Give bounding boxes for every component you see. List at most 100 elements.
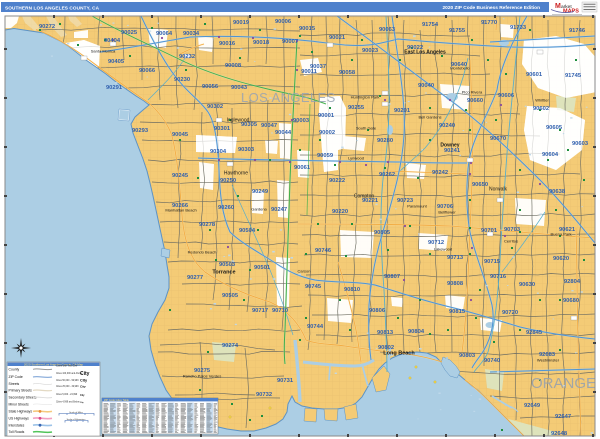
svg-text:Interstates: Interstates — [9, 423, 25, 427]
svg-text:East Los Angeles: East Los Angeles — [404, 50, 446, 56]
svg-text:90280: 90280 — [377, 138, 393, 144]
svg-text:90650: 90650 — [472, 182, 488, 188]
svg-text:90003: 90003 — [293, 118, 310, 124]
svg-text:County: County — [9, 368, 20, 372]
svg-text:90601: 90601 — [526, 72, 543, 78]
svg-text:90720: 90720 — [502, 310, 518, 316]
svg-text:90043: 90043 — [231, 85, 248, 91]
svg-text:90045: 90045 — [172, 132, 189, 138]
svg-text:LOS ANGELES: LOS ANGELES — [241, 90, 336, 105]
svg-text:Cerritos: Cerritos — [504, 239, 518, 244]
svg-text:90240: 90240 — [439, 123, 455, 129]
svg-text:Montebello: Montebello — [450, 66, 470, 71]
svg-text:90016: 90016 — [219, 41, 236, 47]
svg-text:90731: 90731 — [277, 378, 294, 384]
svg-text:90680: 90680 — [563, 298, 579, 304]
svg-text:Westminster: Westminster — [537, 358, 560, 363]
svg-text:State Highways: State Highways — [9, 410, 33, 414]
svg-text:City: City — [80, 378, 88, 382]
svg-text:Whittier: Whittier — [535, 98, 549, 103]
svg-text:90242: 90242 — [432, 170, 448, 176]
svg-text:Secondary Streets: Secondary Streets — [9, 396, 37, 400]
svg-text:90301: 90301 — [214, 126, 231, 132]
svg-text:90245: 90245 — [172, 173, 189, 179]
svg-text:Hawthorne: Hawthorne — [224, 171, 248, 177]
svg-text:90023: 90023 — [362, 48, 379, 54]
svg-text:90278: 90278 — [199, 222, 216, 228]
svg-text:Carson: Carson — [298, 269, 311, 274]
svg-text:MAPS: MAPS — [563, 9, 579, 15]
svg-text:Toll Roads: Toll Roads — [9, 430, 25, 434]
svg-text:Rancho Palos Verdes: Rancho Palos Verdes — [183, 374, 221, 379]
svg-text:Lakewood: Lakewood — [434, 247, 452, 252]
svg-text:90061: 90061 — [294, 165, 311, 171]
svg-text:Long Beach: Long Beach — [383, 351, 415, 357]
svg-text:90019: 90019 — [233, 20, 250, 26]
svg-text:90810: 90810 — [344, 287, 360, 293]
svg-text:90230: 90230 — [174, 77, 190, 83]
svg-text:90806: 90806 — [369, 308, 386, 314]
svg-text:ORANGE: ORANGE — [531, 375, 596, 392]
svg-text:90047: 90047 — [261, 123, 277, 129]
svg-text:Cities 50,000 - 99,999: Cities 50,000 - 99,999 — [56, 379, 79, 382]
svg-text:90021: 90021 — [329, 35, 346, 41]
svg-text:Primary Streets: Primary Streets — [9, 389, 33, 393]
svg-text:90063: 90063 — [379, 27, 396, 33]
svg-text:90605: 90605 — [546, 125, 563, 131]
svg-text:Downey: Downey — [440, 143, 459, 149]
svg-text:Torrance: Torrance — [212, 270, 235, 276]
svg-text:Minor Streets: Minor Streets — [9, 403, 29, 407]
svg-text:90670: 90670 — [490, 136, 506, 142]
svg-text:Redondo Beach: Redondo Beach — [188, 250, 217, 255]
svg-text:Cities 4,999 and Below: Cities 4,999 and Below — [56, 400, 80, 403]
svg-text:90272: 90272 — [39, 24, 55, 30]
svg-text:90405: 90405 — [108, 59, 125, 65]
svg-text:90660: 90660 — [467, 98, 483, 104]
svg-text:90034: 90034 — [183, 31, 200, 37]
svg-text:90002: 90002 — [319, 130, 335, 136]
svg-text:90505: 90505 — [222, 293, 239, 299]
svg-text:ZIP Code: ZIP Code — [9, 375, 23, 379]
svg-text:SOUTHERN LOS ANGELES COUNTY, C: SOUTHERN LOS ANGELES COUNTY, CA — [5, 5, 100, 10]
svg-text:90815: 90815 — [449, 309, 466, 315]
svg-text:90732: 90732 — [256, 392, 272, 398]
svg-text:90059: 90059 — [317, 153, 334, 159]
svg-text:90006: 90006 — [275, 19, 292, 25]
svg-text:90744: 90744 — [307, 324, 324, 330]
svg-text:92647: 92647 — [555, 414, 571, 420]
svg-text:Buena Park: Buena Park — [551, 232, 572, 237]
svg-text:91755: 91755 — [449, 28, 466, 34]
svg-text:90303: 90303 — [238, 147, 255, 153]
svg-text:90302: 90302 — [207, 104, 223, 110]
svg-text:90025: 90025 — [121, 30, 138, 36]
svg-text:90040: 90040 — [418, 83, 434, 89]
svg-text:92804: 92804 — [564, 279, 581, 285]
svg-text:90262: 90262 — [379, 172, 395, 178]
svg-text:Cities 5,000 - 24,999: Cities 5,000 - 24,999 — [56, 393, 78, 396]
svg-text:90277: 90277 — [187, 275, 203, 281]
svg-text:90058: 90058 — [339, 70, 356, 76]
svg-text:92649: 92649 — [524, 403, 541, 409]
svg-text:90503: 90503 — [219, 262, 236, 268]
svg-text:90604: 90604 — [542, 152, 559, 158]
svg-text:90717: 90717 — [252, 308, 268, 314]
svg-text:90638: 90638 — [549, 189, 566, 195]
svg-text:Bellflower: Bellflower — [438, 210, 456, 215]
svg-text:90066: 90066 — [139, 68, 156, 74]
svg-text:90291: 90291 — [106, 85, 123, 91]
svg-text:90018: 90018 — [253, 40, 270, 46]
svg-text:90805: 90805 — [374, 230, 391, 236]
svg-text:City: City — [80, 371, 90, 377]
svg-text:90602: 90602 — [533, 106, 549, 112]
svg-text:90620: 90620 — [553, 256, 569, 262]
svg-text:90803: 90803 — [459, 353, 476, 359]
svg-text:90606: 90606 — [498, 93, 515, 99]
svg-text:92845: 92845 — [526, 330, 543, 336]
svg-text:Scale of Kilometers: Scale of Kilometers — [67, 418, 87, 421]
svg-text:90701: 90701 — [481, 228, 498, 234]
svg-text:90504: 90504 — [239, 228, 256, 234]
svg-text:91754: 91754 — [422, 22, 439, 28]
svg-text:90249: 90249 — [252, 189, 269, 195]
svg-text:90710: 90710 — [272, 308, 288, 314]
svg-text:91733: 91733 — [510, 25, 527, 31]
